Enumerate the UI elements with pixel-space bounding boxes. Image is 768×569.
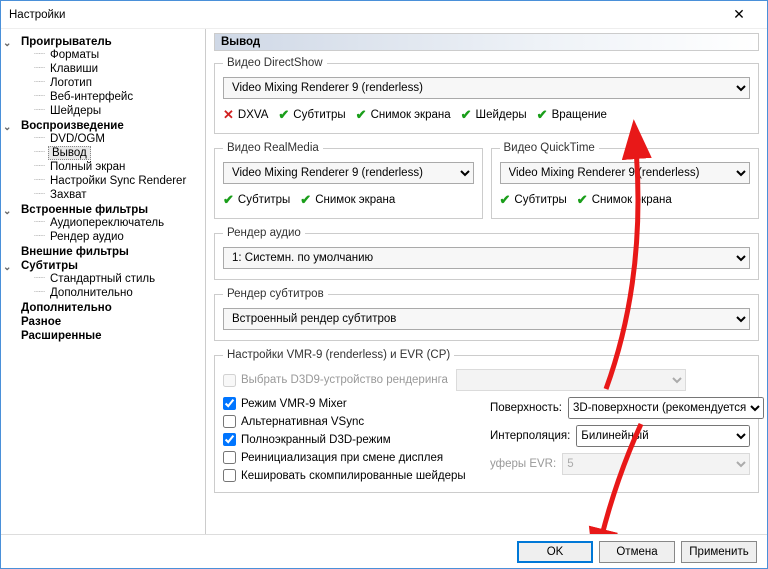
tree-item: Клавиши [34, 62, 201, 76]
check-icon: ✔ [577, 192, 588, 208]
window-title: Настройки [9, 9, 719, 21]
evr-buffers-row: уферы EVR: 5 [490, 453, 750, 475]
check-icon: ✔ [278, 107, 289, 123]
group-quicktime: Видео QuickTime Video Mixing Renderer 9 … [491, 142, 760, 219]
check-icon: ✔ [537, 107, 548, 123]
tree-item: Рендер аудио [34, 230, 201, 244]
page-title: Вывод [214, 33, 759, 51]
cross-icon: ✕ [223, 107, 234, 123]
chevron-down-icon[interactable]: ⌄ [3, 262, 11, 273]
group-directshow: Видео DirectShow Video Mixing Renderer 9… [214, 57, 759, 134]
dialog-footer: OK Отмена Применить [1, 534, 767, 568]
feature-screenshot: ✔Снимок экрана [356, 107, 451, 123]
chevron-down-icon[interactable]: ⌄ [3, 38, 11, 49]
tree-item: DVD/OGM [34, 132, 201, 146]
feature-dxva: ✕DXVA [223, 107, 268, 123]
combo-subr[interactable]: Встроенный рендер субтитров [223, 308, 750, 330]
surface-label: Поверхность: [490, 402, 562, 414]
checkbox-vmr9-mixer[interactable]: Режим VMR-9 Mixer [223, 397, 476, 410]
tree-subtitles[interactable]: ⌄ Субтитры Стандартный стиль Дополнитель… [5, 259, 201, 301]
tree-item: Форматы [34, 48, 201, 62]
legend-subr: Рендер субтитров [223, 288, 328, 300]
sidebar-tree[interactable]: ⌄ Проигрыватель Форматы Клавиши Логотип … [1, 29, 206, 534]
checkbox-reinit-display[interactable]: Реинициализация при смене дисплея [223, 451, 476, 464]
settings-window: Настройки ✕ ⌄ Проигрыватель Форматы Клав… [0, 0, 768, 569]
combo-realmedia[interactable]: Video Mixing Renderer 9 (renderless) [223, 162, 474, 184]
tree-item-active: Вывод [34, 146, 201, 160]
tree-misc[interactable]: Разное [5, 315, 201, 329]
check-icon: ✔ [223, 192, 234, 208]
apply-button[interactable]: Применить [681, 541, 757, 563]
combo-directshow[interactable]: Video Mixing Renderer 9 (renderless) [223, 77, 750, 99]
tree-item: Дополнительно [34, 286, 201, 300]
checkbox-cache-shaders[interactable]: Кешировать скомпилированные шейдеры [223, 469, 476, 482]
ok-button[interactable]: OK [517, 541, 593, 563]
tree-item: Стандартный стиль [34, 272, 201, 286]
interpolation-row: Интерполяция: Билинейный [490, 425, 750, 447]
tree-item: Настройки Sync Renderer [34, 174, 201, 188]
legend-audio: Рендер аудио [223, 227, 305, 239]
combo-d3d9-device [456, 369, 686, 391]
feature-subtitles: ✔Субтитры [278, 107, 345, 123]
combo-audio[interactable]: 1: Системн. по умолчанию [223, 247, 750, 269]
group-vmr9-evr: Настройки VMR-9 (renderless) и EVR (CP) … [214, 349, 759, 493]
close-button[interactable]: ✕ [719, 3, 759, 27]
checkbox-d3d9-device: Выбрать D3D9-устройство рендеринга [223, 374, 448, 387]
interp-label: Интерполяция: [490, 430, 570, 442]
legend-quicktime: Видео QuickTime [500, 142, 599, 154]
legend-realmedia: Видео RealMedia [223, 142, 323, 154]
cancel-button[interactable]: Отмена [599, 541, 675, 563]
titlebar: Настройки ✕ [1, 1, 767, 29]
combo-quicktime[interactable]: Video Mixing Renderer 9 (renderless) [500, 162, 751, 184]
tree-advanced[interactable]: Расширенные [5, 329, 201, 343]
tree-item: Веб-интерфейс [34, 90, 201, 104]
group-realmedia: Видео RealMedia Video Mixing Renderer 9 … [214, 142, 483, 219]
evrbuf-label: уферы EVR: [490, 458, 556, 470]
tree-player[interactable]: ⌄ Проигрыватель Форматы Клавиши Логотип … [5, 35, 201, 119]
tree-internal-filters[interactable]: ⌄ Встроенные фильтры Аудиопереключатель … [5, 203, 201, 245]
check-icon: ✔ [300, 192, 311, 208]
checkbox-d3d-fullscreen[interactable]: Полноэкранный D3D-режим [223, 433, 476, 446]
feature-rotation: ✔Вращение [537, 107, 607, 123]
main-panel: Вывод Видео DirectShow Video Mixing Rend… [206, 29, 767, 534]
legend-vmr: Настройки VMR-9 (renderless) и EVR (CP) [223, 349, 454, 361]
feature-row: ✕DXVA ✔Субтитры ✔Снимок экрана ✔Шейдеры … [223, 107, 750, 123]
feature-shaders: ✔Шейдеры [461, 107, 527, 123]
check-icon: ✔ [500, 192, 511, 208]
combo-surface[interactable]: 3D-поверхности (рекомендуется [568, 397, 764, 419]
chevron-down-icon[interactable]: ⌄ [3, 206, 11, 217]
tree-item: Полный экран [34, 160, 201, 174]
checkbox-alt-vsync[interactable]: Альтернативная VSync [223, 415, 476, 428]
tree-additional[interactable]: Дополнительно [5, 301, 201, 315]
tree-item: Логотип [34, 76, 201, 90]
tree-item: Шейдеры [34, 104, 201, 118]
surface-row: Поверхность: 3D-поверхности (рекомендует… [490, 397, 750, 419]
check-icon: ✔ [461, 107, 472, 123]
tree-item: Аудиопереключатель [34, 216, 201, 230]
combo-interpolation[interactable]: Билинейный [576, 425, 750, 447]
combo-evr-buffers: 5 [562, 453, 750, 475]
check-icon: ✔ [356, 107, 367, 123]
legend-directshow: Видео DirectShow [223, 57, 327, 69]
tree-external-filters[interactable]: Внешние фильтры [5, 245, 201, 259]
chevron-down-icon[interactable]: ⌄ [3, 122, 11, 133]
tree-playback[interactable]: ⌄ Воспроизведение DVD/OGM Вывод Полный э… [5, 119, 201, 203]
tree-item: Захват [34, 188, 201, 202]
group-audio-renderer: Рендер аудио 1: Системн. по умолчанию [214, 227, 759, 280]
group-subtitle-renderer: Рендер субтитров Встроенный рендер субти… [214, 288, 759, 341]
